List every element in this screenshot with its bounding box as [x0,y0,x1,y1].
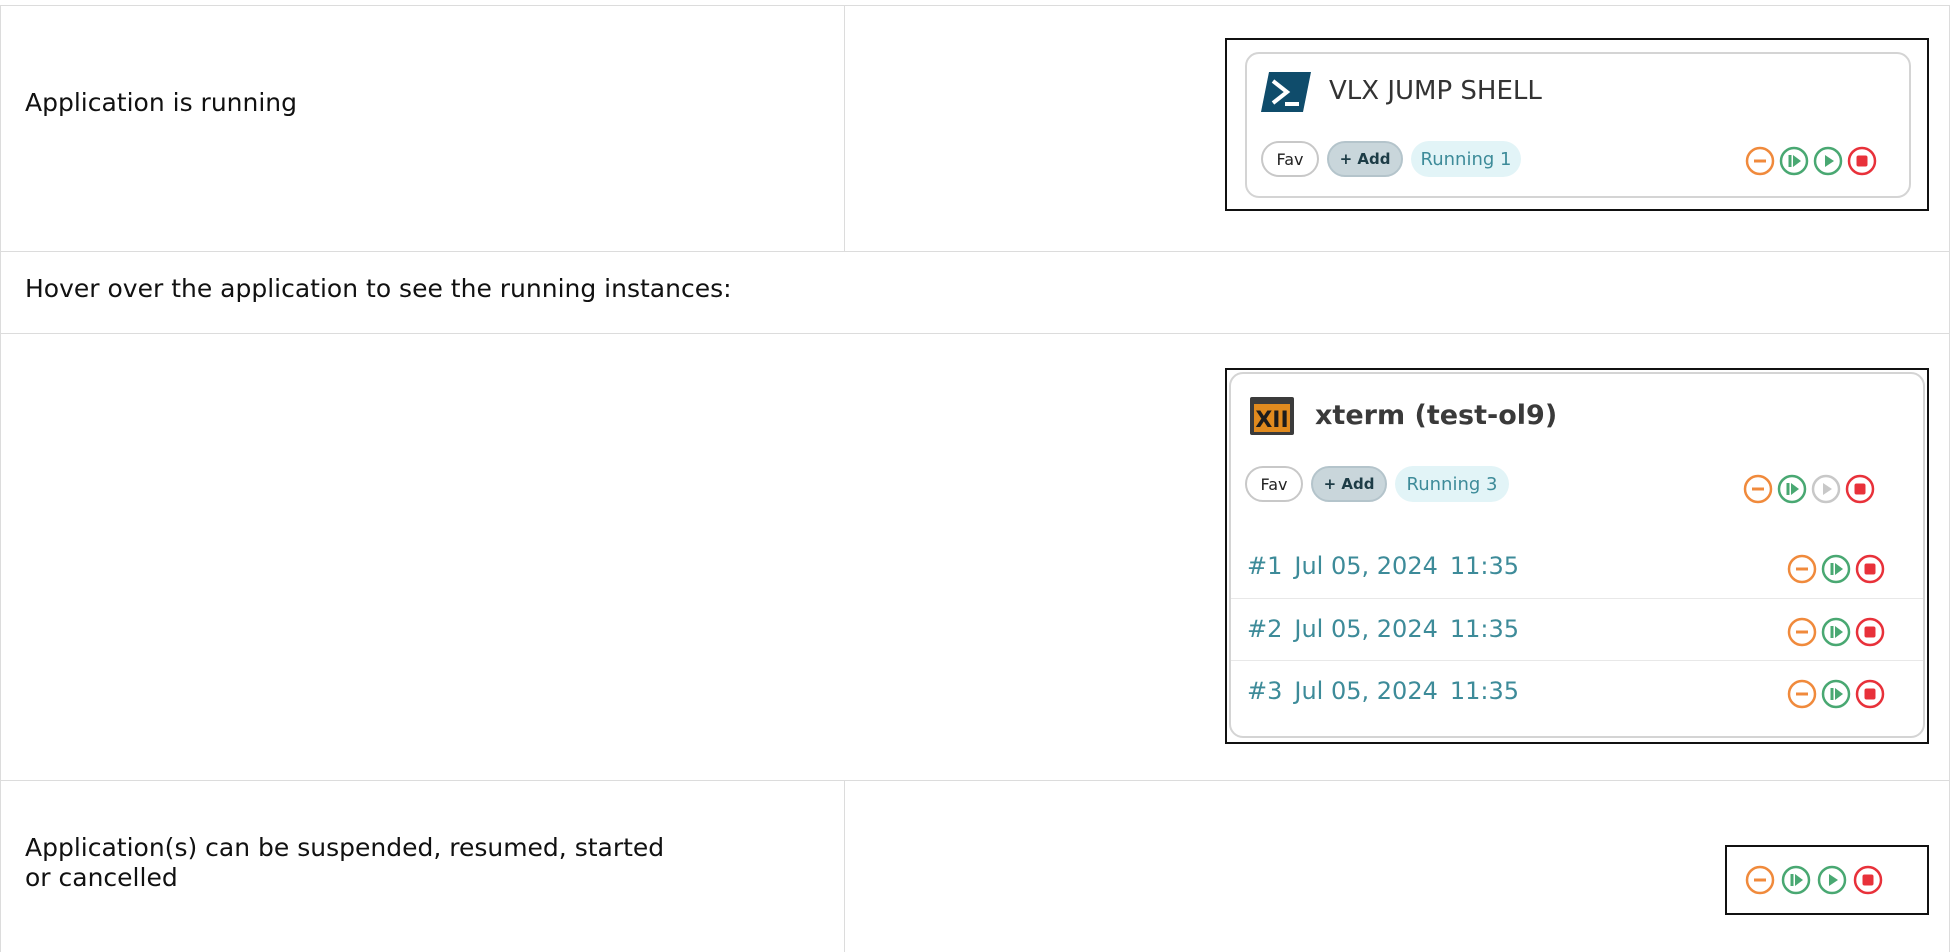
stop-circle-icon [1855,554,1885,584]
row-running: Application is running VLX JUMP SHELL Fa… [0,5,1950,251]
app-card-vlx[interactable]: VLX JUMP SHELL Fav + Add Running 1 [1245,52,1911,198]
resume-circle-icon [1821,554,1851,584]
instance-label: #1 Jul 05, 2024 11:35 [1247,552,1531,580]
instance-row[interactable]: #3 Jul 05, 2024 11:35 [1231,660,1923,722]
instance-date: Jul 05, 2024 [1294,552,1438,580]
instance-label: #3 Jul 05, 2024 11:35 [1247,677,1531,705]
x11-icon: XII [1249,396,1295,436]
minus-circle-icon [1745,865,1775,895]
instance-suspend-button[interactable] [1787,554,1817,584]
minus-circle-icon [1743,474,1773,504]
resume-circle-icon [1821,679,1851,709]
instance-suspend-button[interactable] [1787,617,1817,647]
minus-circle-icon [1787,679,1817,709]
start-button-disabled[interactable] [1811,474,1841,504]
instance-resume-button[interactable] [1821,679,1851,709]
minus-circle-icon [1745,146,1775,176]
instance-row[interactable]: #1 Jul 05, 2024 11:35 [1231,536,1923,598]
row-label-line1: Application(s) can be suspended, resumed… [25,833,665,862]
instance-time: 11:35 [1449,615,1520,643]
resume-circle-icon [1779,146,1809,176]
stop-circle-icon [1855,617,1885,647]
row-label: Application is running [25,88,298,117]
row-controls: Application(s) can be suspended, resumed… [0,780,1950,952]
instance-date: Jul 05, 2024 [1294,677,1438,705]
instance-label: #2 Jul 05, 2024 11:35 [1247,615,1531,643]
row-instances: XII xterm (test-ol9) Fav + Add Running 3 [0,333,1950,780]
instance-cancel-button[interactable] [1855,679,1885,709]
play-circle-icon [1817,865,1847,895]
stop-circle-icon [1847,146,1877,176]
cancel-button[interactable] [1847,146,1877,176]
instance-resume-button[interactable] [1821,554,1851,584]
resume-button[interactable] [1781,865,1811,895]
minus-circle-icon [1787,554,1817,584]
row-instances-cell: XII xterm (test-ol9) Fav + Add Running 3 [1,334,1950,780]
screenshot-frame: XII xterm (test-ol9) Fav + Add Running 3 [1225,368,1929,744]
instance-resume-button[interactable] [1821,617,1851,647]
screenshot-frame: VLX JUMP SHELL Fav + Add Running 1 [1225,38,1929,211]
running-badge[interactable]: Running 1 [1411,141,1521,177]
resume-circle-icon [1781,865,1811,895]
fav-button[interactable]: Fav [1245,466,1303,502]
row-label: Hover over the application to see the ru… [25,274,732,303]
instance-suspend-button[interactable] [1787,679,1817,709]
instance-time: 11:35 [1449,552,1520,580]
running-badge[interactable]: Running 3 [1395,466,1509,502]
add-button[interactable]: + Add [1327,141,1403,177]
instance-row[interactable]: #2 Jul 05, 2024 11:35 [1231,598,1923,660]
row-hover: Hover over the application to see the ru… [0,251,1950,333]
instance-number: #1 [1247,552,1283,580]
app-card-xterm[interactable]: XII xterm (test-ol9) Fav + Add Running 3 [1229,372,1925,738]
add-button[interactable]: + Add [1311,466,1387,502]
start-button[interactable] [1813,146,1843,176]
stop-circle-icon [1855,679,1885,709]
resume-button[interactable] [1779,146,1809,176]
row-controls-example-cell [845,781,1950,952]
row-hover-cell: Hover over the application to see the ru… [1,252,1950,333]
suspend-button[interactable] [1743,474,1773,504]
stop-circle-icon [1853,865,1883,895]
row-running-label-cell: Application is running [1,6,845,251]
play-circle-icon [1813,146,1843,176]
cancel-button[interactable] [1845,474,1875,504]
resume-circle-icon [1777,474,1807,504]
instance-number: #3 [1247,677,1283,705]
row-controls-label-cell: Application(s) can be suspended, resumed… [1,781,845,952]
play-circle-icon [1811,474,1841,504]
start-button[interactable] [1817,865,1847,895]
doc-table: Application is running VLX JUMP SHELL Fa… [0,0,1950,952]
powershell-icon [1261,72,1311,112]
instance-cancel-button[interactable] [1855,617,1885,647]
app-title: xterm (test-ol9) [1315,400,1558,431]
instance-cancel-button[interactable] [1855,554,1885,584]
instance-date: Jul 05, 2024 [1294,615,1438,643]
suspend-button[interactable] [1745,865,1775,895]
resume-button[interactable] [1777,474,1807,504]
row-label-line2: or cancelled [25,863,178,892]
minus-circle-icon [1787,617,1817,647]
instance-number: #2 [1247,615,1283,643]
screenshot-frame-controls [1725,845,1929,915]
instance-time: 11:35 [1449,677,1520,705]
svg-text:XII: XII [1255,408,1288,433]
row-running-example-cell: VLX JUMP SHELL Fav + Add Running 1 [845,6,1950,251]
stop-circle-icon [1845,474,1875,504]
cancel-button[interactable] [1853,865,1883,895]
suspend-button[interactable] [1745,146,1775,176]
resume-circle-icon [1821,617,1851,647]
app-title: VLX JUMP SHELL [1329,76,1542,106]
fav-button[interactable]: Fav [1261,141,1319,177]
